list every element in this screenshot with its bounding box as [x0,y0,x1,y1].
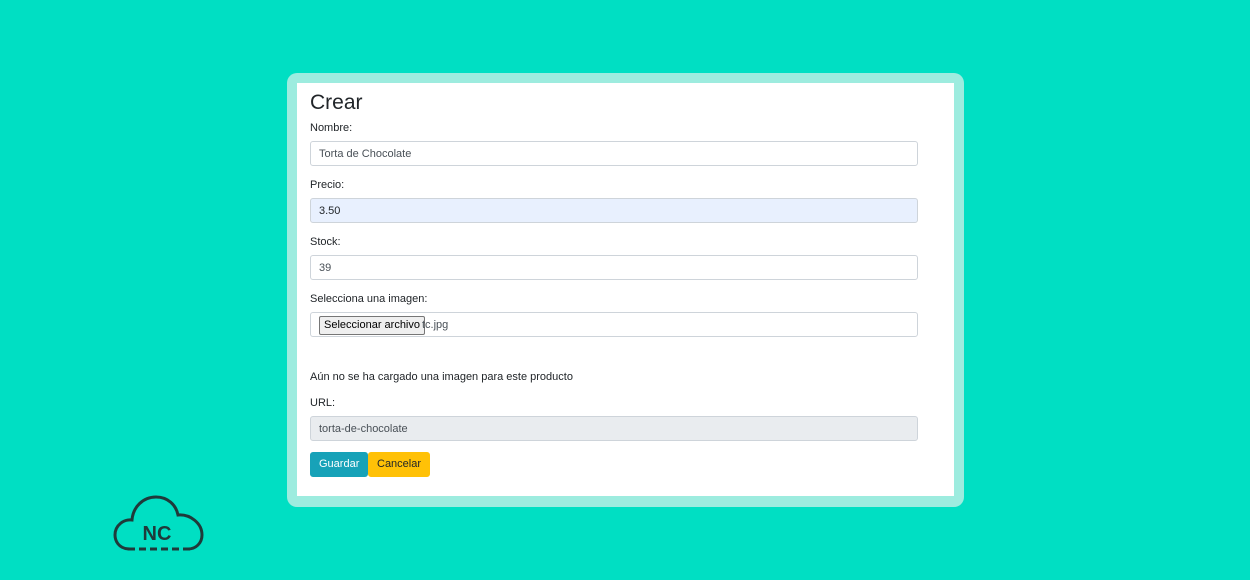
nombre-input[interactable] [310,141,918,166]
stock-label: Stock: [310,236,341,248]
precio-input[interactable] [310,198,918,223]
logo-text: NC [143,523,172,545]
nombre-label: Nombre: [310,122,353,134]
cloud-icon: NC [113,495,204,551]
nc-cloud-logo: NC [112,493,206,553]
no-image-note: Aún no se ha cargado una imagen para est… [310,371,573,383]
save-button[interactable]: Guardar [310,452,369,477]
url-input[interactable] [310,416,918,441]
form-frame: Crear Nombre: Precio: Stock: Selecciona … [287,73,964,507]
imagen-label: Selecciona una imagen: [310,293,428,305]
image-file-input[interactable]: Seleccionar archivo tc.jpg [310,312,918,337]
selected-file-name: tc.jpg [422,319,449,331]
page-title: Crear [310,91,363,114]
cancel-button[interactable]: Cancelar [368,452,431,477]
form-card: Crear Nombre: Precio: Stock: Selecciona … [297,83,954,496]
url-label: URL: [310,397,336,409]
select-file-button[interactable]: Seleccionar archivo [319,316,425,335]
stock-input[interactable] [310,255,918,280]
precio-label: Precio: [310,179,345,191]
